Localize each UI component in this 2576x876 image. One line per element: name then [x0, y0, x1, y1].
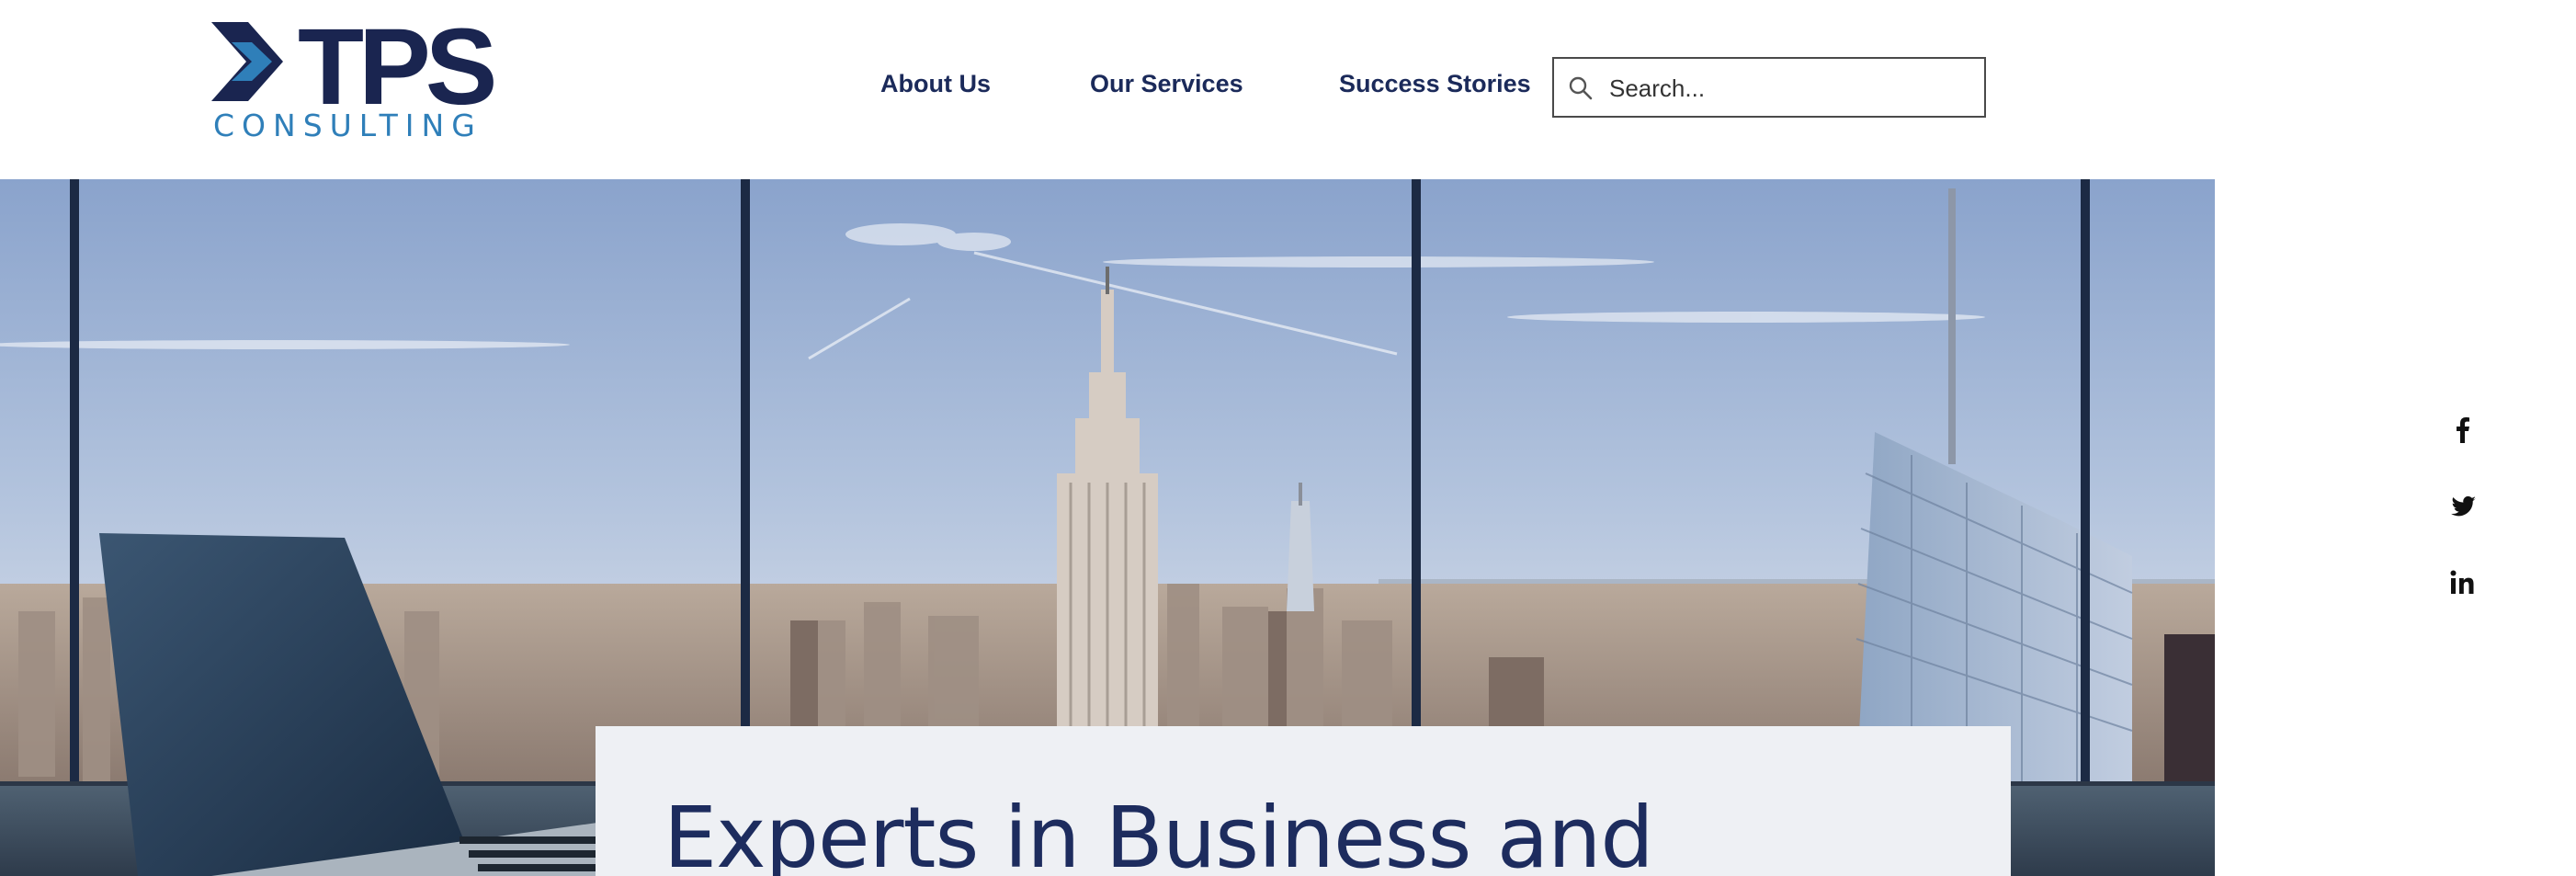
nav-about-us[interactable]: About Us	[880, 70, 991, 98]
site-header: TPS CONSULTING About Us Our Services Suc…	[0, 0, 2576, 179]
hero-banner: Experts in Business and	[0, 179, 2215, 876]
search-icon	[1569, 76, 1593, 100]
brand-logo[interactable]: TPS CONSULTING	[210, 13, 497, 147]
chevron-logo-icon	[211, 22, 283, 101]
search-input[interactable]	[1607, 61, 1979, 116]
twitter-icon[interactable]	[2445, 488, 2481, 525]
page: TPS CONSULTING About Us Our Services Suc…	[0, 0, 2576, 876]
hero-title-card: Experts in Business and	[596, 726, 2011, 876]
linkedin-icon[interactable]	[2445, 564, 2481, 601]
nav-our-services[interactable]: Our Services	[1090, 70, 1243, 98]
logo-subtitle: CONSULTING	[213, 108, 482, 143]
nav-success-stories[interactable]: Success Stories	[1339, 70, 1531, 98]
facebook-icon[interactable]	[2445, 412, 2481, 449]
hero-title: Experts in Business and	[664, 789, 1654, 876]
search-box[interactable]	[1552, 57, 1986, 118]
logo-wordmark: TPS	[298, 6, 497, 128]
